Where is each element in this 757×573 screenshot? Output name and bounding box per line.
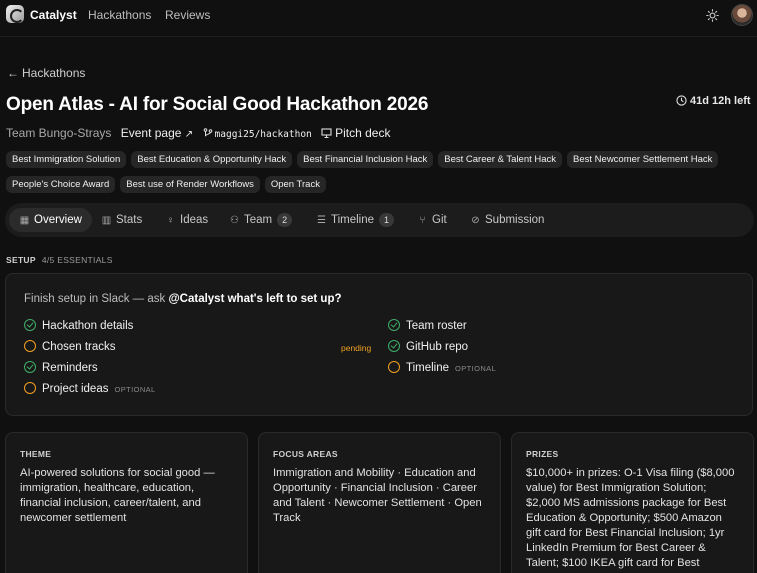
track-tags: Best Immigration Solution Best Education …	[6, 149, 751, 199]
git-branch-icon: ⑂	[419, 215, 426, 226]
tab-git[interactable]: ⑂ Git	[407, 208, 457, 232]
setup-item-label: Timeline	[406, 362, 450, 374]
card-body: Immigration and Mobility · Education and…	[273, 467, 482, 524]
team-name: Team Bungo-Strays	[6, 126, 112, 140]
setup-item-label: Project ideas	[42, 383, 109, 395]
countdown-text: 41d 12h left	[690, 95, 751, 107]
track-tag: Best Financial Inclusion Hack	[297, 151, 434, 168]
theme-toggle-sun-icon[interactable]	[706, 9, 719, 22]
tab-label: Stats	[116, 214, 143, 226]
user-avatar[interactable]	[731, 4, 753, 26]
grid-icon: ▦	[19, 215, 30, 226]
team-count-badge: 2	[277, 213, 293, 227]
tab-team[interactable]: ⚇ Team 2	[219, 208, 302, 232]
tab-label: Timeline	[331, 214, 375, 226]
brand-name[interactable]: Catalyst	[30, 8, 77, 22]
theme-card: THEME AI-powered solutions for social go…	[5, 432, 248, 573]
setup-item-label: Team roster	[406, 320, 467, 332]
back-link[interactable]: ← Hackathons	[7, 66, 85, 80]
setup-item-team-roster[interactable]: Team roster	[388, 319, 467, 332]
setup-item-label: Chosen tracks	[42, 341, 116, 353]
setup-item-hackathon-details[interactable]: Hackathon details	[24, 319, 133, 332]
setup-item-label: Hackathon details	[42, 320, 134, 332]
card-heading: THEME	[20, 449, 52, 459]
setup-heading: SETUP 4/5 ESSENTIALS	[6, 255, 113, 265]
tab-label: Ideas	[180, 214, 209, 226]
pending-circle-icon	[24, 382, 36, 394]
timeline-count-badge: 1	[379, 213, 395, 227]
setup-item-label: Reminders	[42, 362, 98, 374]
pending-label: pending	[341, 343, 372, 353]
list-icon: ☰	[317, 215, 326, 226]
setup-progress: 4/5 ESSENTIALS	[41, 255, 113, 265]
back-link-label: Hackathons	[22, 66, 86, 80]
nav-reviews[interactable]: Reviews	[165, 8, 210, 22]
tab-stats[interactable]: ▥ Stats	[91, 208, 152, 232]
track-tag: Best Newcomer Settlement Hack	[567, 151, 719, 168]
users-icon: ⚇	[230, 215, 239, 226]
pitch-deck-label: Pitch deck	[335, 126, 391, 140]
presentation-icon	[321, 128, 332, 139]
repo-link[interactable]: maggi25/hackathon	[203, 126, 312, 140]
track-tag: Best Education & Opportunity Hack	[131, 151, 293, 168]
setup-item-label: GitHub repo	[406, 341, 469, 353]
setup-item-reminders[interactable]: Reminders	[24, 361, 98, 374]
check-icon	[388, 319, 400, 331]
pending-circle-icon	[388, 361, 400, 373]
arrow-left-icon: ←	[7, 66, 19, 80]
lightbulb-icon: ♀	[166, 215, 175, 226]
tab-label: Git	[432, 214, 447, 226]
check-circle-icon: ⊘	[471, 215, 480, 226]
nav-hackathons[interactable]: Hackathons	[88, 8, 151, 22]
check-icon	[24, 319, 36, 331]
check-icon	[388, 340, 400, 352]
setup-item-project-ideas[interactable]: Project ideas OPTIONAL	[24, 382, 156, 395]
card-heading: FOCUS AREAS	[273, 449, 338, 459]
tab-label: Overview	[34, 214, 82, 226]
event-page-label: Event page	[120, 126, 182, 140]
track-tag: Best Career & Talent Hack	[438, 151, 563, 168]
card-heading: PRIZES	[526, 449, 559, 459]
prizes-card: PRIZES $10,000+ in prizes: O-1 Visa fili…	[511, 432, 754, 573]
event-page-link[interactable]: Event page ↗	[121, 126, 193, 140]
setup-item-timeline[interactable]: Timeline OPTIONAL	[388, 361, 496, 374]
tab-label: Team	[244, 214, 273, 226]
track-tag: Open Track	[264, 176, 326, 193]
external-link-icon: ↗	[184, 129, 194, 140]
tab-bar: ▦ Overview ▥ Stats ♀ Ideas ⚇ Team 2 ☰ Timeline…	[5, 203, 754, 237]
track-tag: Best Immigration Solution	[6, 151, 127, 168]
countdown: 41d 12h left	[676, 95, 751, 107]
setup-prompt-text: Finish setup in Slack — ask	[24, 293, 169, 305]
catalyst-logo-icon[interactable]	[6, 5, 24, 23]
card-body: AI-powered solutions for social good — i…	[20, 467, 215, 524]
bar-chart-icon: ▥	[101, 215, 112, 226]
pitch-deck-link[interactable]: Pitch deck	[321, 126, 390, 140]
focus-areas-card: FOCUS AREAS Immigration and Mobility · E…	[258, 432, 501, 573]
top-nav: Catalyst Hackathons Reviews	[0, 0, 757, 37]
git-branch-icon	[203, 128, 212, 137]
card-body: $10,000+ in prizes: O-1 Visa filing ($8,…	[526, 467, 735, 569]
tab-overview[interactable]: ▦ Overview	[9, 208, 92, 232]
optional-label: OPTIONAL	[455, 364, 497, 373]
tab-timeline[interactable]: ☰ Timeline 1	[306, 208, 404, 232]
clock-icon	[676, 95, 687, 106]
track-tag: Best use of Render Workflows	[120, 176, 260, 193]
project-meta: Team Bungo-Strays Event page ↗ maggi25/h…	[6, 126, 390, 140]
check-icon	[24, 361, 36, 373]
tab-submission[interactable]: ⊘ Submission	[460, 208, 554, 232]
setup-item-github-repo[interactable]: GitHub repo	[388, 340, 468, 353]
page-title: Open Atlas - AI for Social Good Hackatho…	[6, 94, 429, 115]
tab-ideas[interactable]: ♀ Ideas	[155, 208, 218, 232]
setup-card: Finish setup in Slack — ask @Catalyst wh…	[5, 273, 753, 416]
optional-label: OPTIONAL	[114, 385, 156, 394]
setup-title: SETUP	[6, 255, 36, 265]
track-tag: People's Choice Award	[6, 176, 116, 193]
repo-name: maggi25/hackathon	[214, 129, 312, 140]
pending-circle-icon	[24, 340, 36, 352]
setup-prompt: Finish setup in Slack — ask @Catalyst wh…	[24, 293, 342, 305]
slack-command[interactable]: @Catalyst what's left to set up?	[168, 293, 341, 305]
setup-item-chosen-tracks[interactable]: Chosen tracks	[24, 340, 116, 353]
tab-label: Submission	[485, 214, 545, 226]
